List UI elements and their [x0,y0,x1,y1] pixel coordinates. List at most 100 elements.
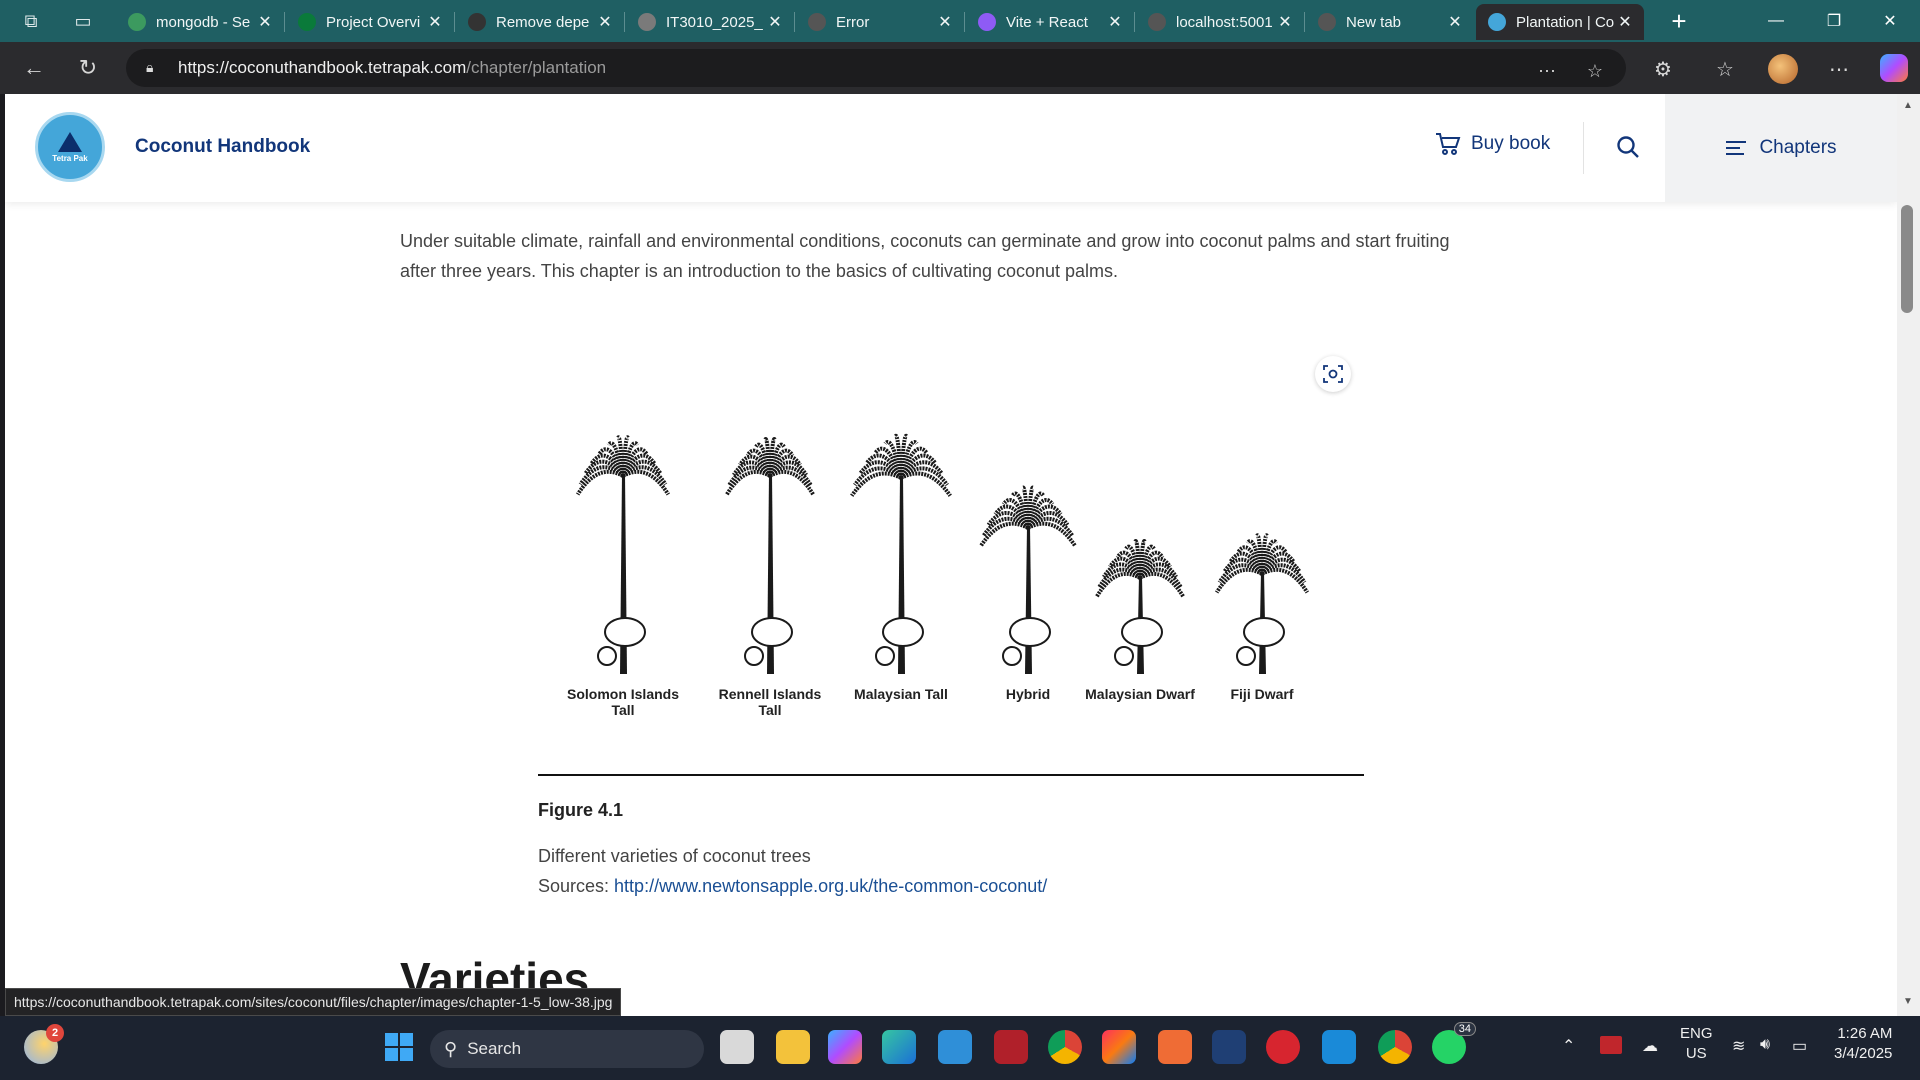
lock-icon: 🔒︎ [146,59,154,75]
chapters-label: Chapters [1759,137,1837,158]
tetrapak-logo[interactable]: Tetra Pak [35,112,105,182]
tab-label: Project Overvi [326,13,421,31]
new-tab-icon [1318,13,1336,31]
source-link[interactable]: http://www.newtonsapple.org.uk/the-commo… [614,876,1047,896]
new-tab-button[interactable]: + [1664,6,1694,36]
copilot-icon[interactable] [1880,54,1908,82]
chrome-profile-icon[interactable] [1378,1030,1412,1064]
workspaces-icon[interactable]: ⧉ [18,8,44,34]
tab-close-icon[interactable]: ✕ [1274,12,1296,32]
tab-close-icon[interactable]: ✕ [1614,12,1636,32]
logo-triangle-icon [58,131,82,152]
onedrive-icon[interactable]: ☁ [1642,1036,1658,1056]
chapters-button[interactable]: Chapters [1665,94,1897,202]
vscode-icon[interactable] [1322,1030,1356,1064]
search-icon[interactable] [1615,134,1641,160]
clock[interactable]: 1:26 AM 3/4/2025 [1834,1024,1892,1064]
tab-label: mongodb - Se [156,13,251,31]
back-button[interactable]: ← [18,52,50,84]
task-view-icon[interactable] [720,1030,754,1064]
address-url: https://coconuthandbook.tetrapak.com/cha… [178,58,606,78]
tab-close-icon[interactable]: ✕ [254,12,276,32]
minimize-button[interactable]: — [1756,8,1796,34]
url-path: /chapter/plantation [466,58,607,77]
game-app-icon[interactable] [994,1030,1028,1064]
intro-paragraph: Under suitable climate, rainfall and env… [400,231,1450,281]
browser-tab[interactable]: IT3010_2025_ ✕ [626,4,794,40]
buy-book-link[interactable]: Buy book [1435,132,1550,156]
tray-overflow-icon[interactable]: ⌃ [1562,1036,1575,1056]
tab-close-icon[interactable]: ✕ [934,12,956,32]
scroll-down-arrow-icon[interactable]: ▼ [1899,996,1917,1010]
taskbar-search-label: Search [467,1039,522,1058]
tab-close-icon[interactable]: ✕ [1104,12,1126,32]
clock-date: 3/4/2025 [1834,1045,1893,1062]
browser-tab[interactable]: Vite + React ✕ [966,4,1134,40]
refresh-button[interactable]: ↻ [72,52,104,84]
browser-tab[interactable]: localhost:5001 ✕ [1136,4,1304,40]
chrome-icon[interactable] [1048,1030,1082,1064]
tab-separator [964,12,965,32]
windows-start-icon[interactable] [382,1030,416,1064]
browser-tab[interactable]: Plantation | Co ✕ [1476,4,1644,40]
variety-label: Fiji Dwarf [1230,686,1293,702]
tab-close-icon[interactable]: ✕ [594,12,616,32]
palm-tree [576,435,670,674]
favorites-icon[interactable]: ☆ [1710,54,1740,84]
favorite-star-icon[interactable]: ☆ [1580,56,1610,86]
intellij-icon[interactable] [1102,1030,1136,1064]
weather-widget-icon[interactable]: 2 [24,1024,64,1064]
browser-tab[interactable]: mongodb - Se ✕ [116,4,284,40]
taskbar-search[interactable]: ⚲ Search [430,1030,704,1068]
tab-label: Vite + React [1006,13,1088,31]
tab-separator [794,12,795,32]
edge-icon[interactable] [882,1030,916,1064]
tab-close-icon[interactable]: ✕ [1444,12,1466,32]
close-window-button[interactable]: ✕ [1870,8,1910,34]
tab-close-icon[interactable]: ✕ [764,12,786,32]
opera-icon[interactable] [1266,1030,1300,1064]
scroll-up-arrow-icon[interactable]: ▲ [1899,100,1917,114]
tray-app-icon[interactable] [1600,1036,1622,1054]
vite-icon [978,13,996,31]
figure-divider [538,774,1364,776]
status-bar-url: https://coconuthandbook.tetrapak.com/sit… [5,988,622,1016]
zoom-image-button[interactable] [1315,356,1351,392]
browser-tab[interactable]: Error ✕ [796,4,964,40]
browser-tab[interactable]: New tab ✕ [1306,4,1474,40]
figure-number: Figure 4.1 [538,800,624,820]
store-icon[interactable] [938,1030,972,1064]
mongodb-search-icon [128,13,146,31]
extensions-icon[interactable]: ⚙ [1648,54,1678,84]
more-menu-icon[interactable]: ⋯ [1824,54,1854,84]
wifi-icon[interactable]: ≋ [1732,1036,1745,1056]
coconut-varieties-figure[interactable]: Solomon Islands Tall Rennell Islands Tall Ma… [538,394,1364,754]
zoom-focus-icon [1323,365,1343,383]
tab-close-icon[interactable]: ✕ [424,12,446,32]
profile-avatar[interactable] [1768,54,1798,84]
postman-icon[interactable] [1158,1030,1192,1064]
copilot-app-icon[interactable] [828,1030,862,1064]
tab-label: Remove depe [496,13,590,31]
volume-icon[interactable]: 🔊︎ [1760,1036,1770,1054]
header-divider [1583,122,1584,174]
vertical-tabs-icon[interactable]: ▭ [70,8,96,34]
globe-icon [1148,13,1166,31]
document-icon [638,13,656,31]
tab-label: IT3010_2025_ [666,13,763,31]
reading-mode-icon[interactable]: ⋯ [1532,56,1562,86]
mongodb-leaf-icon [298,13,316,31]
browser-tab[interactable]: Project Overvi ✕ [286,4,454,40]
address-bar[interactable]: 🔒︎ https://coconuthandbook.tetrapak.com/… [126,49,1626,87]
battery-icon[interactable]: ▭ [1792,1036,1807,1056]
restore-button[interactable]: ❐ [1814,8,1854,34]
url-host: https://coconuthandbook.tetrapak.com [178,58,467,77]
file-explorer-icon[interactable] [776,1030,810,1064]
tab-label: New tab [1346,13,1402,31]
browser-tab[interactable]: Remove depe ✕ [456,4,624,40]
whatsapp-icon[interactable]: 34 [1432,1022,1476,1064]
language-indicator[interactable]: ENG US [1680,1024,1713,1064]
visual-studio-icon[interactable] [1212,1030,1246,1064]
site-title[interactable]: Coconut Handbook [135,136,310,158]
scrollbar-thumb[interactable] [1901,205,1913,313]
